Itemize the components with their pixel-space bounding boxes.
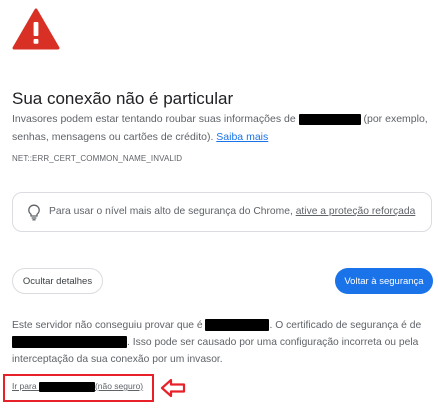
redacted-domain [298,113,361,125]
description-text-start: Invasores podem estar tentando roubar su… [12,113,299,125]
proceed-unsafe-link[interactable]: Ir para (não seguro) [12,381,143,392]
hide-details-button[interactable]: Ocultar detalhes [12,268,103,294]
interstitial-page: Sua conexão não é particular Invasores p… [0,0,438,410]
details-text-middle: . O certificado de segurança é de [269,320,422,331]
enable-enhanced-protection-link[interactable]: ative a proteção reforçada [296,206,416,217]
learn-more-link[interactable]: Saiba mais [216,131,268,143]
warning-triangle-icon [12,8,60,50]
enhanced-protection-label: Para usar o nível mais alto de segurança… [49,206,296,217]
back-to-safety-button[interactable]: Voltar à segurança [335,268,433,294]
details-text: Este servidor não conseguiu provar que é… [12,317,432,368]
page-title: Sua conexão não é particular [12,89,234,109]
warning-description: Invasores podem estar tentando roubar su… [12,110,432,146]
redacted-domain [12,336,127,349]
lightbulb-icon [28,204,40,221]
enhanced-protection-text: Para usar o nível mais alto de segurança… [49,206,415,217]
redacted-domain [38,381,95,392]
proceed-link-suffix: (não seguro) [94,381,144,391]
proceed-link-prefix: Ir para [12,381,39,391]
enhanced-protection-banner: Para usar o nível mais alto de segurança… [12,192,432,232]
redacted-domain [205,319,270,332]
error-code: NET::ERR_CERT_COMMON_NAME_INVALID [12,154,183,163]
details-text-start: Este servidor não conseguiu provar que é [12,320,206,331]
left-arrow-icon [160,378,186,398]
